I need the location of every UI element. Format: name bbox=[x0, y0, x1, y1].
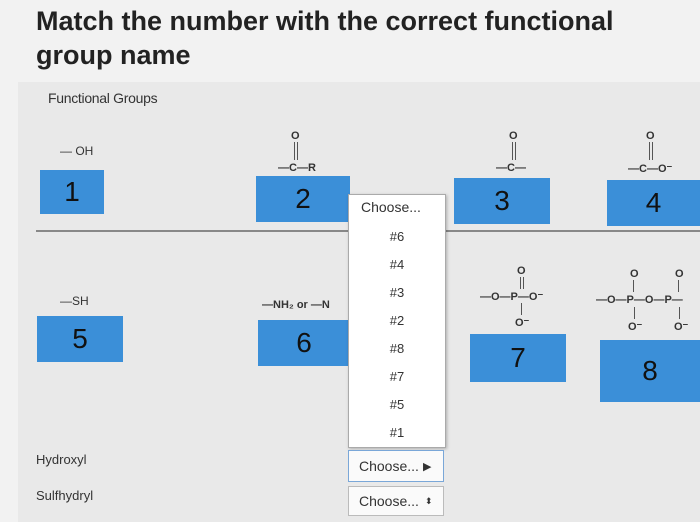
number-box-2: 2 bbox=[256, 176, 350, 222]
hydroxyl-select[interactable]: Choose... ▶ bbox=[348, 450, 444, 482]
panel-header-label: Functional Groups bbox=[48, 90, 158, 106]
carbonyl-chain: —C—R bbox=[278, 162, 316, 174]
dropdown-option[interactable]: #5 bbox=[349, 397, 445, 412]
sulfhydryl-select-value: Choose... bbox=[359, 493, 419, 509]
sulfhydryl-structure: —SH bbox=[60, 294, 89, 308]
phosphate-bond-top bbox=[520, 277, 521, 289]
amino-structure: —NH₂ or —N bbox=[262, 299, 330, 311]
number-box-4: 4 bbox=[607, 180, 700, 226]
carboxyl-double-bond bbox=[512, 142, 513, 160]
number-box-5: 5 bbox=[37, 316, 123, 362]
phosphate-chain: —O—P—O⁻ bbox=[480, 291, 544, 303]
dropdown-option[interactable]: #1 bbox=[349, 425, 445, 440]
group-label-sulfhydryl: Sulfhydryl bbox=[36, 488, 94, 503]
carboxyl-double-bond-2 bbox=[515, 142, 516, 160]
number-box-7: 7 bbox=[470, 334, 566, 382]
dropdown-option[interactable]: #2 bbox=[349, 313, 445, 328]
diphosphate-chain: —O—P—O—P— bbox=[596, 294, 683, 306]
group-label-hydroxyl: Hydroxyl bbox=[36, 452, 87, 467]
dropdown-option[interactable]: #7 bbox=[349, 369, 445, 384]
diphosphate-bond-top-2 bbox=[678, 280, 679, 292]
diphosphate-oxygen-bottom-2: O⁻ bbox=[674, 321, 689, 333]
carboxylate-oxygen: O bbox=[646, 130, 655, 142]
carboxyl-oxygen: O bbox=[509, 130, 518, 142]
carboxylate-chain: —C—O⁻ bbox=[628, 163, 673, 175]
dropdown-option[interactable]: #4 bbox=[349, 257, 445, 272]
carboxylate-double-bond-2 bbox=[652, 142, 653, 160]
page-title: Match the number with the correct functi… bbox=[36, 6, 614, 70]
dropdown-option[interactable]: #6 bbox=[349, 229, 445, 244]
carbonyl-oxygen: O bbox=[291, 130, 300, 142]
carbonyl-double-bond bbox=[294, 142, 295, 160]
carboxylate-double-bond bbox=[649, 142, 650, 160]
diphosphate-oxygen-bottom-1: O⁻ bbox=[628, 321, 643, 333]
hydroxyl-structure: — OH bbox=[60, 144, 94, 158]
diphosphate-bond-top-1 bbox=[633, 280, 634, 292]
phosphate-bond-bottom bbox=[521, 303, 522, 315]
number-box-6: 6 bbox=[258, 320, 350, 366]
phosphate-bond-top-2 bbox=[523, 277, 524, 289]
number-box-1: 1 bbox=[40, 170, 104, 214]
carbonyl-double-bond-2 bbox=[297, 142, 298, 160]
updown-arrows-icon: ⬍ bbox=[424, 495, 433, 506]
diphosphate-oxygen-top-1: O bbox=[630, 268, 639, 280]
hydroxyl-select-value: Choose... bbox=[359, 458, 419, 474]
phosphate-oxygen-bottom: O⁻ bbox=[515, 317, 530, 329]
number-box-8: 8 bbox=[600, 340, 700, 402]
diphosphate-oxygen-top-2: O bbox=[675, 268, 684, 280]
sulfhydryl-select[interactable]: Choose... ⬍ bbox=[348, 486, 444, 516]
number-dropdown-list[interactable]: Choose... #6 #4 #3 #2 #8 #7 #5 #1 bbox=[348, 194, 446, 448]
diphosphate-bond-bottom-1 bbox=[634, 307, 635, 319]
dropdown-option[interactable]: #8 bbox=[349, 341, 445, 356]
number-box-3: 3 bbox=[454, 178, 550, 224]
diphosphate-bond-bottom-2 bbox=[679, 307, 680, 319]
cursor-icon: ▶ bbox=[422, 460, 432, 473]
dropdown-option-placeholder[interactable]: Choose... bbox=[349, 199, 445, 215]
carboxyl-chain: —C— bbox=[496, 162, 526, 174]
dropdown-option[interactable]: #3 bbox=[349, 285, 445, 300]
phosphate-oxygen-top: O bbox=[517, 265, 526, 277]
